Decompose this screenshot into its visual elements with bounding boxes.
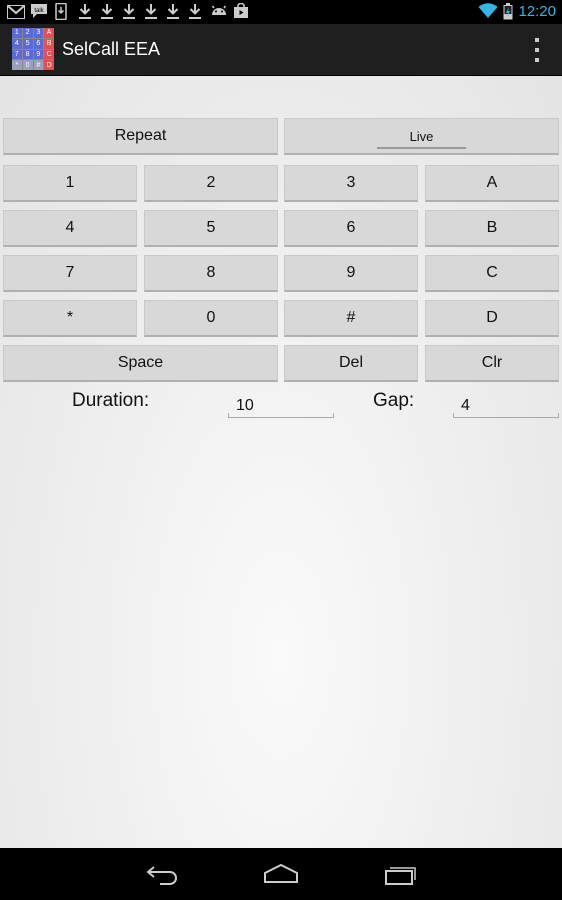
app-icon-cell: 4: [12, 38, 22, 49]
keypad-key[interactable]: 6: [284, 210, 418, 247]
keypad-key[interactable]: 9: [284, 255, 418, 292]
action-bar: 1 2 3 A 4 5 6 B 7 8 9 C * 0 # D SelCall EEA: [0, 24, 562, 76]
download-icon: [122, 3, 136, 21]
app-icon-cell: D: [44, 60, 54, 70]
keypad-key[interactable]: 5: [144, 210, 278, 247]
gap-label: Gap:: [373, 390, 415, 411]
keypad-key[interactable]: 1: [3, 165, 137, 202]
keypad-key[interactable]: 8: [144, 255, 278, 292]
keypad-key[interactable]: #: [284, 300, 418, 337]
gmail-icon: [7, 3, 25, 21]
status-time: 12:20: [518, 3, 556, 20]
recent-apps-icon[interactable]: [383, 862, 419, 891]
shopping-bag-icon: [233, 3, 249, 21]
keypad-key[interactable]: *: [3, 300, 137, 337]
keypad-key[interactable]: 0: [144, 300, 278, 337]
live-label: Live: [409, 128, 434, 144]
app-icon-cell: 2: [22, 28, 33, 38]
download-icon: [166, 3, 180, 21]
download-icon: [144, 3, 158, 21]
keypad-key[interactable]: C: [425, 255, 559, 292]
phone-download-icon: [55, 3, 67, 21]
app-icon-cell: 7: [12, 49, 22, 60]
app-icon[interactable]: 1 2 3 A 4 5 6 B 7 8 9 C * 0 # D: [12, 28, 54, 70]
download-icon: [78, 3, 92, 21]
battery-charging-icon: [503, 3, 513, 21]
live-indicator: [377, 147, 466, 149]
app-title: SelCall EEA: [62, 39, 161, 59]
keypad-key[interactable]: 2: [144, 165, 278, 202]
del-button[interactable]: Del: [284, 345, 418, 382]
duration-label: Duration:: [72, 390, 150, 411]
wifi-icon: [478, 3, 498, 21]
download-icon: [100, 3, 114, 21]
app-icon-cell: 0: [22, 60, 33, 70]
talk-icon-label: talk: [34, 8, 44, 14]
app-icon-cell: B: [44, 38, 54, 49]
keypad-key[interactable]: 7: [3, 255, 137, 292]
status-bar: talk 12:20: [0, 0, 562, 24]
gap-field[interactable]: 4: [453, 394, 559, 418]
space-button[interactable]: Space: [3, 345, 278, 382]
app-icon-cell: *: [12, 60, 22, 70]
app-icon-cell: 1: [12, 28, 22, 38]
navigation-bar: [0, 848, 562, 900]
app-icon-cell: 5: [22, 38, 33, 49]
app-icon-cell: 8: [22, 49, 33, 60]
download-icon: [188, 3, 202, 21]
app-icon-cell: #: [33, 60, 44, 70]
repeat-button[interactable]: Repeat: [3, 118, 278, 155]
app-icon-cell: 3: [33, 28, 44, 38]
back-icon[interactable]: [144, 862, 180, 891]
duration-field[interactable]: 10: [228, 394, 334, 418]
keypad-key[interactable]: B: [425, 210, 559, 247]
app-icon-cell: 9: [33, 49, 44, 60]
talk-icon: talk: [30, 3, 48, 21]
keypad-key[interactable]: 3: [284, 165, 418, 202]
app-icon-cell: A: [44, 28, 54, 38]
android-icon: [210, 3, 228, 21]
clr-button[interactable]: Clr: [425, 345, 559, 382]
keypad-key[interactable]: D: [425, 300, 559, 337]
home-icon[interactable]: [262, 862, 300, 891]
app-icon-cell: C: [44, 49, 54, 60]
app-icon-cell: 6: [33, 38, 44, 49]
keypad-key[interactable]: A: [425, 165, 559, 202]
live-toggle[interactable]: Live: [284, 118, 559, 155]
main-content: Repeat Live 1 2 3 A 4 5 6 B 7 8 9 C * 0 # D Space Del C…: [0, 76, 562, 848]
overflow-menu-icon[interactable]: [532, 38, 542, 62]
keypad-key[interactable]: 4: [3, 210, 137, 247]
